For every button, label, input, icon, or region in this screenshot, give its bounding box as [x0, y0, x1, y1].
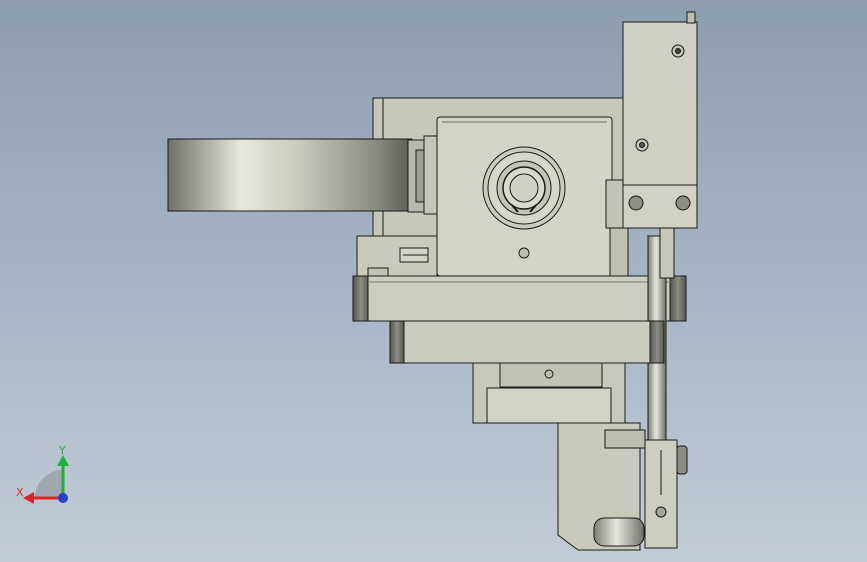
roller-collar [423, 135, 439, 215]
lower-cutout-hole [544, 369, 554, 379]
side-flange [605, 179, 625, 229]
cad-viewport[interactable]: Y X [0, 0, 867, 562]
rod-clamp-screw [655, 506, 667, 518]
guide-plate-right-cap [669, 275, 687, 322]
triad-z-axis [58, 493, 68, 503]
lower-clamp [486, 387, 612, 424]
coordinate-triad: Y X [16, 444, 69, 504]
motor-screw-hole [518, 247, 530, 259]
triad-x-label: X [16, 486, 24, 499]
motor-shaft-core [509, 173, 539, 203]
guide-plate-left-cap [352, 275, 370, 322]
lower-plate-stub [604, 429, 646, 449]
guide-plate [367, 275, 672, 322]
machine-assembly [167, 11, 698, 551]
sensor-block-hole-left [628, 195, 644, 211]
slide-right-cap [649, 320, 665, 364]
side-spacer [609, 227, 629, 277]
sensor-screw-top-core [675, 48, 681, 54]
sensor-pin [686, 11, 696, 24]
slide-block [403, 320, 652, 364]
triad-y-label: Y [58, 444, 66, 457]
guide-rod-tip [659, 227, 675, 279]
rod-clamp-knob [676, 445, 688, 475]
bottom-cylinder [593, 517, 645, 547]
sensor-screw-mid-core [639, 142, 645, 148]
sensor-block-hole-right [675, 195, 691, 211]
roller-drum [167, 138, 413, 212]
triad-x-arrowhead [23, 492, 34, 504]
slide-left-cap [389, 320, 405, 364]
triad-quarter-disc [35, 470, 63, 498]
